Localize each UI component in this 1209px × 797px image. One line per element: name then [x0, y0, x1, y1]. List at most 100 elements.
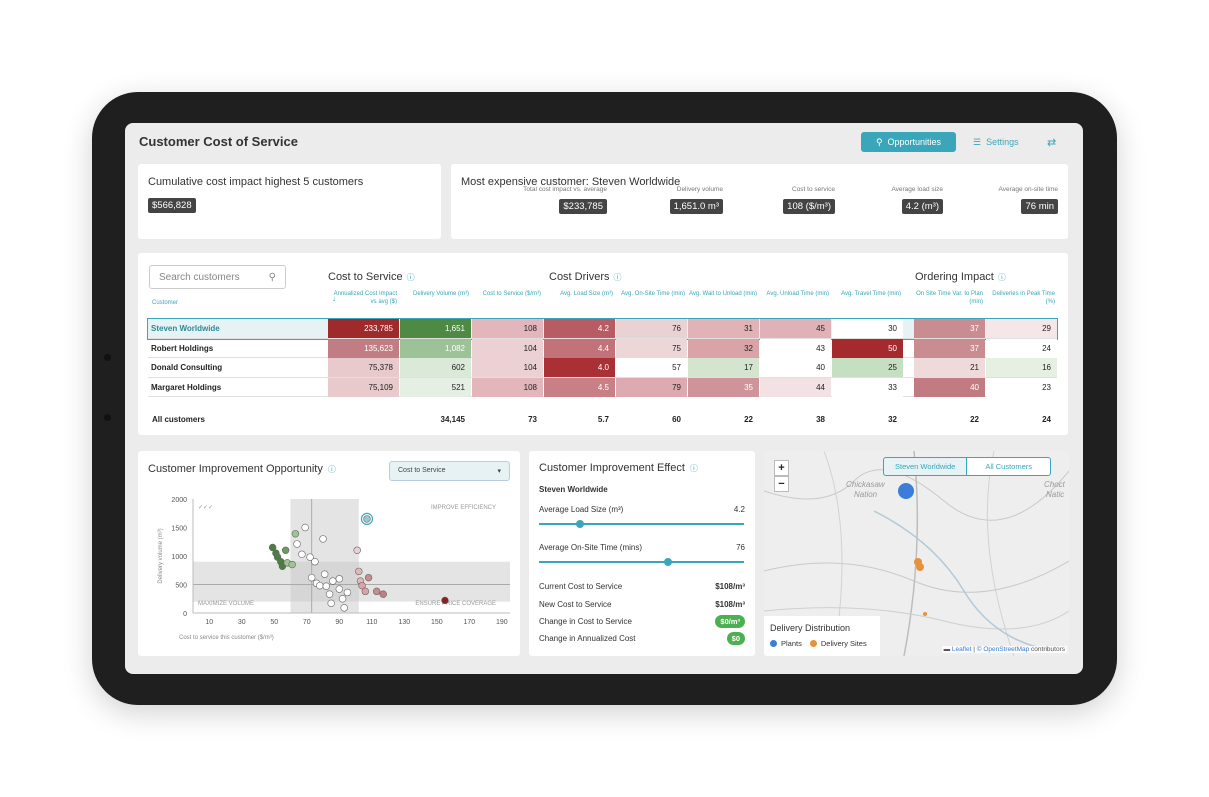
- column-header[interactable]: Deliveries in Peak Time (%): [986, 291, 1055, 306]
- leaflet-icon: ▬: [943, 646, 951, 653]
- table-cell: 29: [986, 319, 1057, 338]
- column-header[interactable]: On Site Time Var. to Plan (min): [914, 291, 983, 306]
- scatter-point[interactable]: [361, 587, 370, 596]
- opportunity-card: Customer Improvement Opportunity ⓘ Cost t…: [138, 451, 520, 656]
- toggle-steven-worldwide[interactable]: Steven Worldwide: [883, 457, 968, 476]
- sort-arrow-icon[interactable]: ↓: [332, 294, 336, 303]
- map-highway: [903, 451, 919, 656]
- delivery-site-marker[interactable]: [923, 612, 927, 616]
- column-header[interactable]: Avg. Unload Time (min): [760, 291, 829, 299]
- scatter-point[interactable]: [364, 573, 373, 582]
- metric-total-cost: Total cost impact vs. average $233,785: [523, 186, 607, 214]
- check-icon: ✓✓✓: [198, 505, 213, 511]
- x-tick-label: 150: [431, 619, 443, 626]
- slider-handle[interactable]: [576, 520, 584, 528]
- metric-label: Average on-site time: [998, 186, 1059, 193]
- info-icon[interactable]: ⓘ: [614, 273, 622, 282]
- scatter-point[interactable]: [288, 560, 296, 569]
- column-header[interactable]: Avg. Travel Time (min): [832, 291, 901, 299]
- map-road: [986, 451, 1015, 656]
- column-header[interactable]: Cost to Service ($/m³): [472, 291, 541, 299]
- column-header[interactable]: Delivery Volume (m³): [400, 291, 469, 299]
- info-icon[interactable]: ⓘ: [998, 273, 1006, 282]
- settings-button[interactable]: ☰ Settings: [973, 132, 1019, 152]
- quadrant-label: IMPROVE EFFICIENCY: [431, 505, 496, 511]
- y-tick-label: 1500: [171, 526, 187, 533]
- scatter-point[interactable]: [325, 590, 334, 598]
- info-icon[interactable]: ⓘ: [407, 273, 415, 282]
- customer-name[interactable]: Margaret Holdings: [151, 383, 221, 392]
- map-panel[interactable]: Chickasaw Nation Choct Natic + − Steven …: [764, 451, 1069, 656]
- scatter-point[interactable]: [320, 570, 329, 578]
- scatter-point[interactable]: [322, 582, 331, 590]
- opportunities-button[interactable]: ⚲ Opportunities: [861, 132, 956, 152]
- scatter-point[interactable]: [372, 587, 381, 596]
- table-cell: 75,378: [328, 358, 399, 377]
- table-row[interactable]: Steven Worldwide 233,785 1,651 108 4.2 76 31 45…: [147, 318, 1058, 340]
- scatter-point[interactable]: [311, 557, 319, 566]
- table-row[interactable]: Donald Consulting 75,378 602 104 4.0 57 17 40 25…: [148, 358, 1057, 378]
- scatter-point[interactable]: [335, 585, 344, 593]
- column-header[interactable]: Avg. Wait to Unload (min): [688, 291, 757, 299]
- scatter-point[interactable]: [293, 540, 301, 548]
- slider-handle[interactable]: [664, 558, 673, 566]
- table-cell: 4.2: [544, 319, 615, 338]
- x-tick-label: 90: [335, 619, 343, 626]
- scatter-point[interactable]: [281, 546, 290, 555]
- plant-marker[interactable]: [898, 483, 914, 499]
- onsite-time-slider[interactable]: [539, 558, 744, 566]
- y-tick-label: 2000: [171, 497, 187, 504]
- table-cell: 16: [986, 358, 1057, 377]
- customer-name[interactable]: Donald Consulting: [151, 363, 222, 372]
- scatter-point[interactable]: [363, 515, 371, 523]
- scatter-point[interactable]: [340, 604, 348, 612]
- table-row[interactable]: Robert Holdings 135,623 1,082 104 4.4 75 32 43 5…: [148, 338, 1057, 358]
- info-icon[interactable]: ⓘ: [690, 464, 698, 473]
- scatter-point[interactable]: [329, 577, 337, 585]
- search-input[interactable]: Search customers ⚲: [149, 265, 286, 289]
- scatter-point[interactable]: [291, 530, 300, 538]
- column-header[interactable]: Avg. Load Size (m³): [544, 291, 613, 299]
- metric-onsite-time: Average on-site time 76 min: [998, 186, 1059, 214]
- table-cell: 24: [986, 338, 1057, 358]
- scatter-point[interactable]: [379, 590, 387, 598]
- scatter-point[interactable]: [298, 550, 306, 558]
- zoom-out-button[interactable]: −: [774, 476, 789, 492]
- load-size-slider[interactable]: [539, 520, 744, 528]
- scatter-point[interactable]: [307, 573, 316, 582]
- scatter-point[interactable]: [343, 588, 352, 597]
- scatter-point[interactable]: [301, 523, 309, 532]
- table-cell: 75,109: [328, 377, 399, 397]
- change-cost-badge: $0/m³: [715, 615, 745, 628]
- column-header[interactable]: Avg. On-Site Time (min): [616, 291, 685, 299]
- customer-column-header[interactable]: Customer: [152, 300, 178, 308]
- table-row[interactable]: Margaret Holdings 75,109 521 108 4.5 79 35 44 33…: [148, 377, 1057, 397]
- scatter-point[interactable]: [338, 595, 347, 603]
- section-label: Cost to Service: [328, 271, 403, 283]
- scatter-point[interactable]: [319, 535, 327, 543]
- leaflet-link[interactable]: Leaflet: [952, 646, 972, 653]
- scatter-point[interactable]: [316, 581, 324, 590]
- osm-link[interactable]: © OpenStreetMap: [977, 646, 1029, 653]
- scatter-chart: 0 500 1000 1500 2000 10 30 50 70 90 110 130 150 170 19…: [158, 497, 510, 641]
- swap-icon[interactable]: ⇄: [1047, 132, 1063, 152]
- delivery-site-marker[interactable]: [916, 563, 924, 571]
- y-tick-label: 500: [175, 583, 187, 590]
- load-size-label: Average Load Size (m³): [539, 505, 624, 514]
- table-cell: 1,651: [400, 319, 471, 338]
- toggle-all-customers[interactable]: All Customers: [967, 457, 1051, 476]
- scatter-point[interactable]: [353, 546, 361, 555]
- customer-name[interactable]: Steven Worldwide: [151, 324, 220, 333]
- scatter-point[interactable]: [327, 599, 335, 608]
- customer-name[interactable]: Robert Holdings: [151, 344, 213, 353]
- map-label: Chickasaw: [846, 480, 885, 489]
- scatter-point[interactable]: [441, 596, 449, 605]
- section-cost-drivers: Cost Drivers ⓘ: [549, 271, 622, 283]
- column-header[interactable]: Annualized Cost Impact vs avg ($): [328, 291, 397, 306]
- scatter-point[interactable]: [355, 567, 363, 576]
- map-legend: Delivery Distribution Plants Delivery Si…: [764, 616, 880, 656]
- zoom-in-button[interactable]: +: [774, 460, 789, 476]
- table-cell: 75: [616, 338, 687, 358]
- scatter-point[interactable]: [335, 575, 344, 583]
- total-value: 32: [888, 415, 897, 424]
